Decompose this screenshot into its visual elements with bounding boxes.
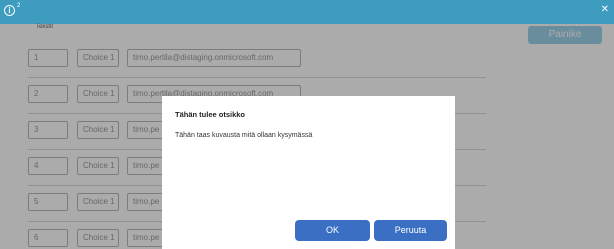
- cancel-button[interactable]: Peruuta: [374, 220, 447, 241]
- top-bar: i 2 ✕: [0, 0, 614, 24]
- info-icon[interactable]: i: [4, 5, 15, 16]
- info-badge: 2: [17, 3, 21, 9]
- dialog-title: Tähän tulee otsikko: [175, 110, 246, 119]
- close-icon[interactable]: ✕: [601, 4, 609, 16]
- dialog-description: Tähän taas kuvausta mitä ollaan kysymäss…: [175, 132, 313, 139]
- ok-button[interactable]: OK: [295, 220, 370, 241]
- confirm-dialog: Tähän tulee otsikko Tähän taas kuvausta …: [162, 96, 455, 249]
